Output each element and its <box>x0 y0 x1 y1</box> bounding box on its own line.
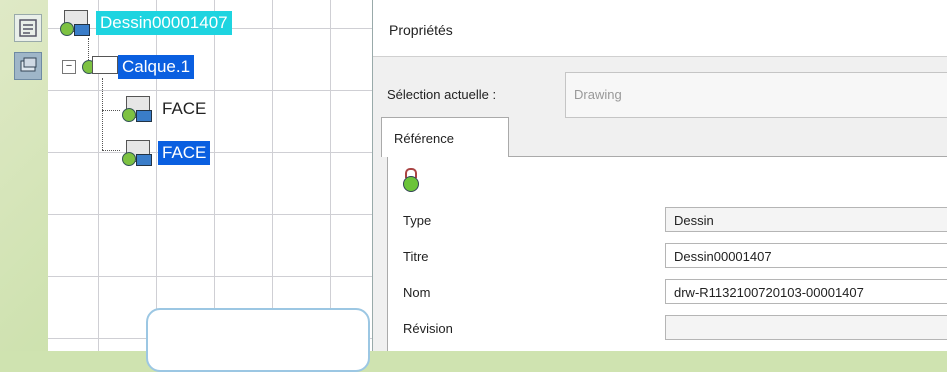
current-selection-value: Drawing <box>574 87 622 102</box>
tree-node-layer[interactable]: Calque.1 <box>80 52 195 82</box>
tree-root-label[interactable]: Dessin00001407 <box>96 11 232 35</box>
prop-label-name: Nom <box>403 285 431 300</box>
title-value: Dessin00001407 <box>674 249 772 264</box>
tree-layer-label[interactable]: Calque.1 <box>118 55 195 79</box>
tab-label: Référence <box>394 131 454 146</box>
name-value: drw-R1132100720103-00001407 <box>674 285 864 300</box>
tree-connector <box>102 150 120 151</box>
tab-reference[interactable]: Référence <box>381 117 509 157</box>
tree-node-root[interactable]: Dessin00001407 <box>58 8 232 38</box>
lock-icon <box>403 168 419 192</box>
collapse-icon[interactable]: − <box>62 60 76 74</box>
prop-label-title: Titre <box>403 249 429 264</box>
tree-face-label[interactable]: FACE <box>158 97 211 121</box>
layers-icon[interactable] <box>14 52 42 80</box>
tree-node-face[interactable]: FACE <box>120 94 211 124</box>
tree-face-label[interactable]: FACE <box>158 141 211 165</box>
dialog-title: Propriétés <box>389 22 453 38</box>
name-field[interactable]: drw-R1132100720103-00001407 <box>665 279 947 304</box>
prop-label-type: Type <box>403 213 432 228</box>
layer-icon <box>80 52 118 82</box>
current-selection-field[interactable]: Drawing <box>565 72 947 118</box>
type-value: Dessin <box>674 213 714 228</box>
tree-node-face[interactable]: FACE <box>120 138 211 168</box>
rounded-shape[interactable] <box>146 308 370 372</box>
type-field[interactable]: Dessin <box>665 207 947 232</box>
drawing-icon <box>58 8 96 38</box>
title-field[interactable]: Dessin00001407 <box>665 243 947 268</box>
current-selection-label: Sélection actuelle : <box>387 87 497 102</box>
face-icon <box>120 138 158 168</box>
face-icon <box>120 94 158 124</box>
dialog-titlebar[interactable] <box>373 0 947 57</box>
prop-label-revision: Révision <box>403 321 453 336</box>
revision-field[interactable] <box>665 315 947 340</box>
properties-dialog: Propriétés Sélection actuelle : Drawing … <box>372 0 947 351</box>
left-toolbar <box>10 12 44 94</box>
tree-toggle-icon[interactable] <box>14 14 42 42</box>
tree-connector <box>102 78 103 150</box>
drawing-canvas[interactable]: Dessin00001407 − Calque.1 FACE FACE <box>48 0 372 372</box>
tree-connector <box>102 110 120 111</box>
